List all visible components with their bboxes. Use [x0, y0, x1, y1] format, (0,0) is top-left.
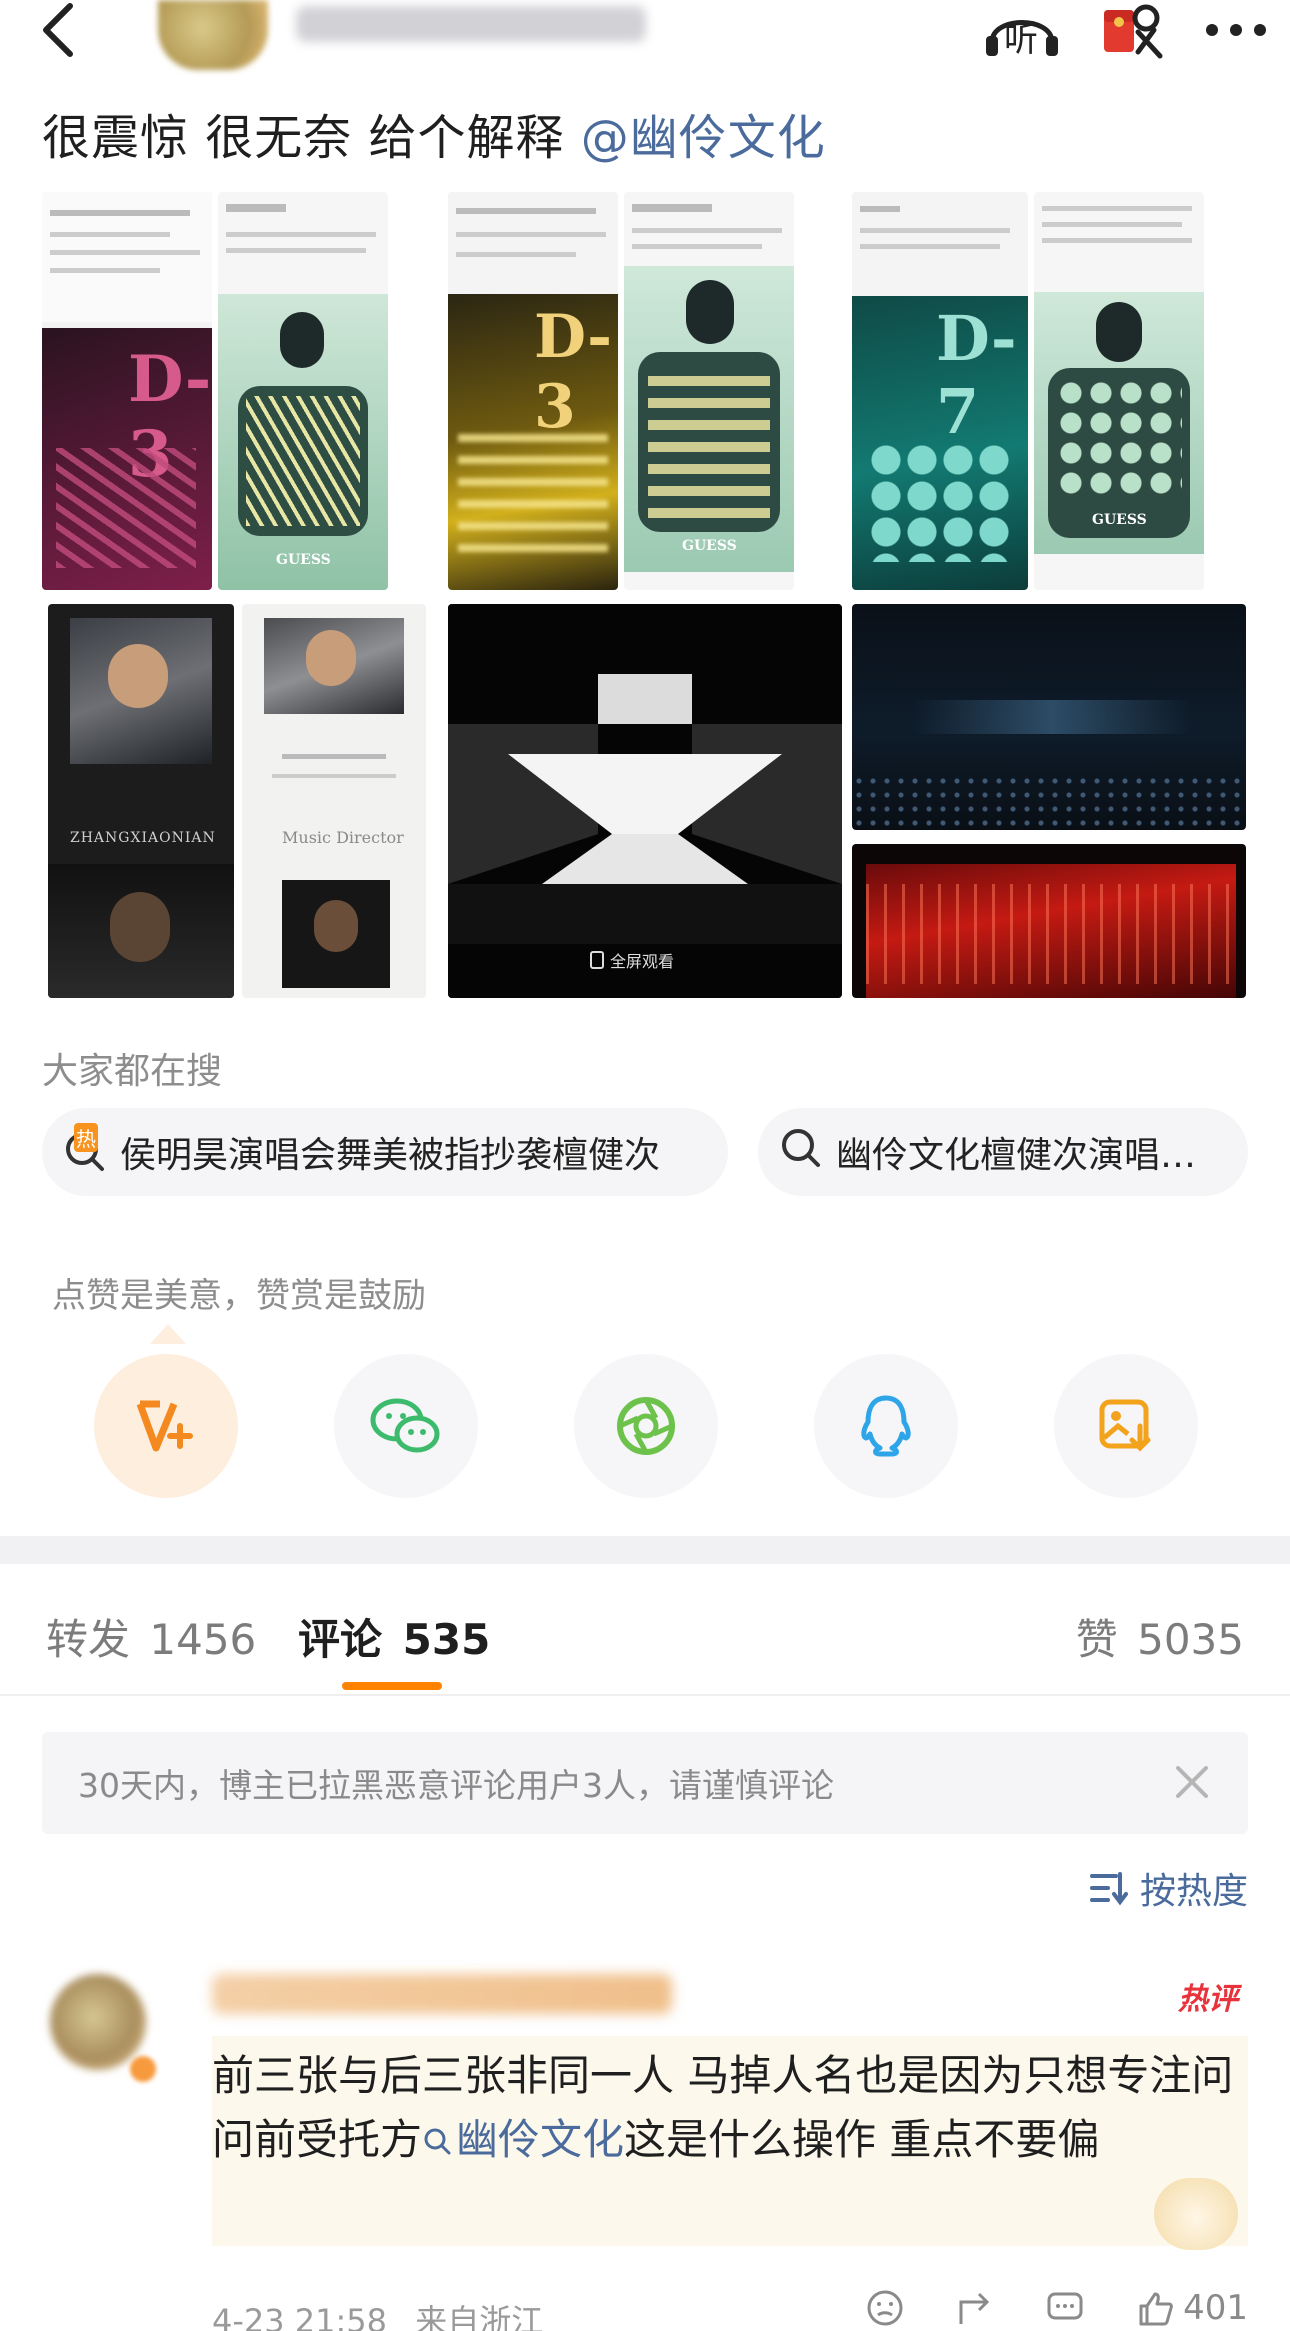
comment-actions: 401	[865, 2288, 1248, 2328]
wechat-icon	[370, 1398, 440, 1453]
sort-icon	[1089, 1872, 1128, 1906]
search-chip-1[interactable]: 热 侯明昊演唱会舞美被指抄袭檀健次	[42, 1108, 728, 1196]
hot-label: 热	[74, 1123, 98, 1152]
image-tag: D-3	[534, 302, 613, 442]
listen-label: 听	[1004, 20, 1038, 60]
qq-icon	[861, 1395, 911, 1457]
image-tag: Music Director	[282, 828, 404, 847]
post-mention-link[interactable]: @幽伶文化	[581, 110, 826, 166]
author-name-blurred[interactable]	[296, 6, 646, 42]
post-image-2[interactable]: GUESS	[218, 192, 388, 590]
post-image-6[interactable]: GUESS	[1034, 192, 1204, 590]
comment-time: 4-23 21:58	[212, 2302, 388, 2331]
top-actions: 听	[982, 0, 1268, 60]
hot-comment-badge: 热评	[1178, 1982, 1238, 2017]
like-count: 401	[1183, 2288, 1248, 2328]
post-text: 很震惊 很无奈 给个解释 @幽伶文化	[42, 98, 826, 168]
image-tag: D-7	[936, 302, 1017, 448]
notice-text: 30天内，博主已拉黑恶意评论用户3人，请谨慎评论	[78, 1766, 834, 1805]
search-chip-2[interactable]: 幽伶文化檀健次演唱…	[758, 1108, 1248, 1196]
fullscreen-watch-label[interactable]: 全屏观看	[590, 948, 674, 972]
reply-icon[interactable]	[1045, 2288, 1085, 2328]
post-image-11[interactable]	[852, 844, 1246, 998]
post-image-4[interactable]: GUESS	[624, 192, 794, 590]
comment-text: 前三张与后三张非同一人 马掉人名也是因为只想专注问问前受托方 幽伶文化这是什么操作…	[212, 2051, 1234, 2164]
topic-link[interactable]: 幽伶文化	[422, 2115, 624, 2164]
share-moments-button[interactable]	[574, 1354, 718, 1498]
share-wechat-button[interactable]	[334, 1354, 478, 1498]
search-section-title: 大家都在搜	[42, 1051, 223, 1092]
commenter-name-blurred[interactable]	[212, 1974, 672, 2014]
moments-icon	[617, 1397, 675, 1455]
more-icon[interactable]	[1204, 20, 1268, 40]
post-image-grid: D-3 GUESS D-3 GUESS D-7	[42, 192, 1246, 1002]
tab-likes[interactable]: 赞 5035	[1076, 1606, 1244, 1667]
back-arrow-icon[interactable]	[28, 0, 88, 60]
sticker-icon	[1154, 2178, 1238, 2250]
post-video-stage[interactable]: 全屏观看	[448, 604, 842, 998]
post-image-10[interactable]	[852, 604, 1246, 830]
close-icon[interactable]	[1172, 1762, 1212, 1810]
sort-label: 按热度	[1139, 1871, 1248, 1912]
post-image-7[interactable]: ZHANGXIAONIAN	[48, 604, 234, 998]
sort-by-hot-button[interactable]: 按热度	[1088, 1862, 1248, 1914]
hot-search-icon: 热	[64, 1123, 106, 1173]
like-button[interactable]: 401	[1135, 2288, 1248, 2328]
tab-comments[interactable]: 评论 535	[298, 1606, 490, 1667]
search-icon	[780, 1127, 822, 1178]
comment-location: 来自浙江	[415, 2302, 544, 2331]
reward-button[interactable]	[94, 1354, 238, 1498]
save-image-button[interactable]	[1054, 1354, 1198, 1498]
image-tag: GUESS	[276, 552, 331, 568]
avatar-badge	[130, 2056, 156, 2082]
comment-notice: 30天内，博主已拉黑恶意评论用户3人，请谨慎评论	[42, 1732, 1248, 1834]
save-image-icon	[1099, 1399, 1151, 1452]
post-image-1[interactable]: D-3	[42, 192, 212, 590]
commenter-avatar[interactable]	[50, 1974, 146, 2070]
share-qq-button[interactable]	[814, 1354, 958, 1498]
comment-meta: 4-23 21:58 来自浙江	[212, 2296, 543, 2331]
red-packet-icon[interactable]	[1098, 0, 1168, 60]
search-chip-text: 幽伶文化檀健次演唱…	[836, 1135, 1197, 1176]
image-tag: GUESS	[1092, 512, 1147, 528]
search-icon	[424, 2128, 451, 2155]
caption-pointer	[150, 1324, 186, 1344]
image-tag: ZHANGXIAONIAN	[70, 830, 216, 846]
active-tab-indicator	[342, 1682, 442, 1690]
image-tag: GUESS	[682, 538, 737, 554]
search-chip-text: 侯明昊演唱会舞美被指抄袭檀健次	[120, 1135, 661, 1176]
emoji-react-icon[interactable]	[865, 2288, 905, 2328]
fullscreen-icon	[590, 951, 604, 969]
repost-icon[interactable]	[955, 2288, 995, 2328]
interaction-tabs: 转发 1456 评论 535 赞 5035	[0, 1592, 1290, 1692]
tab-reposts[interactable]: 转发 1456	[46, 1606, 256, 1667]
post-image-3[interactable]: D-3	[448, 192, 618, 590]
thumbs-up-icon	[1139, 2292, 1173, 2326]
listen-button[interactable]: 听	[982, 2, 1062, 60]
post-body: 很震惊 很无奈 给个解释	[42, 110, 565, 166]
post-image-8[interactable]: Music Director	[242, 604, 426, 998]
author-avatar[interactable]	[158, 0, 268, 70]
tabs-divider	[0, 1694, 1290, 1696]
section-divider	[0, 1536, 1290, 1564]
share-row	[94, 1354, 1204, 1498]
reward-v-plus-icon	[136, 1400, 193, 1452]
reward-caption: 点赞是美意，赞赏是鼓励	[52, 1276, 426, 1316]
top-bar: 听	[0, 0, 1290, 84]
post-image-5[interactable]: D-7	[852, 192, 1028, 590]
